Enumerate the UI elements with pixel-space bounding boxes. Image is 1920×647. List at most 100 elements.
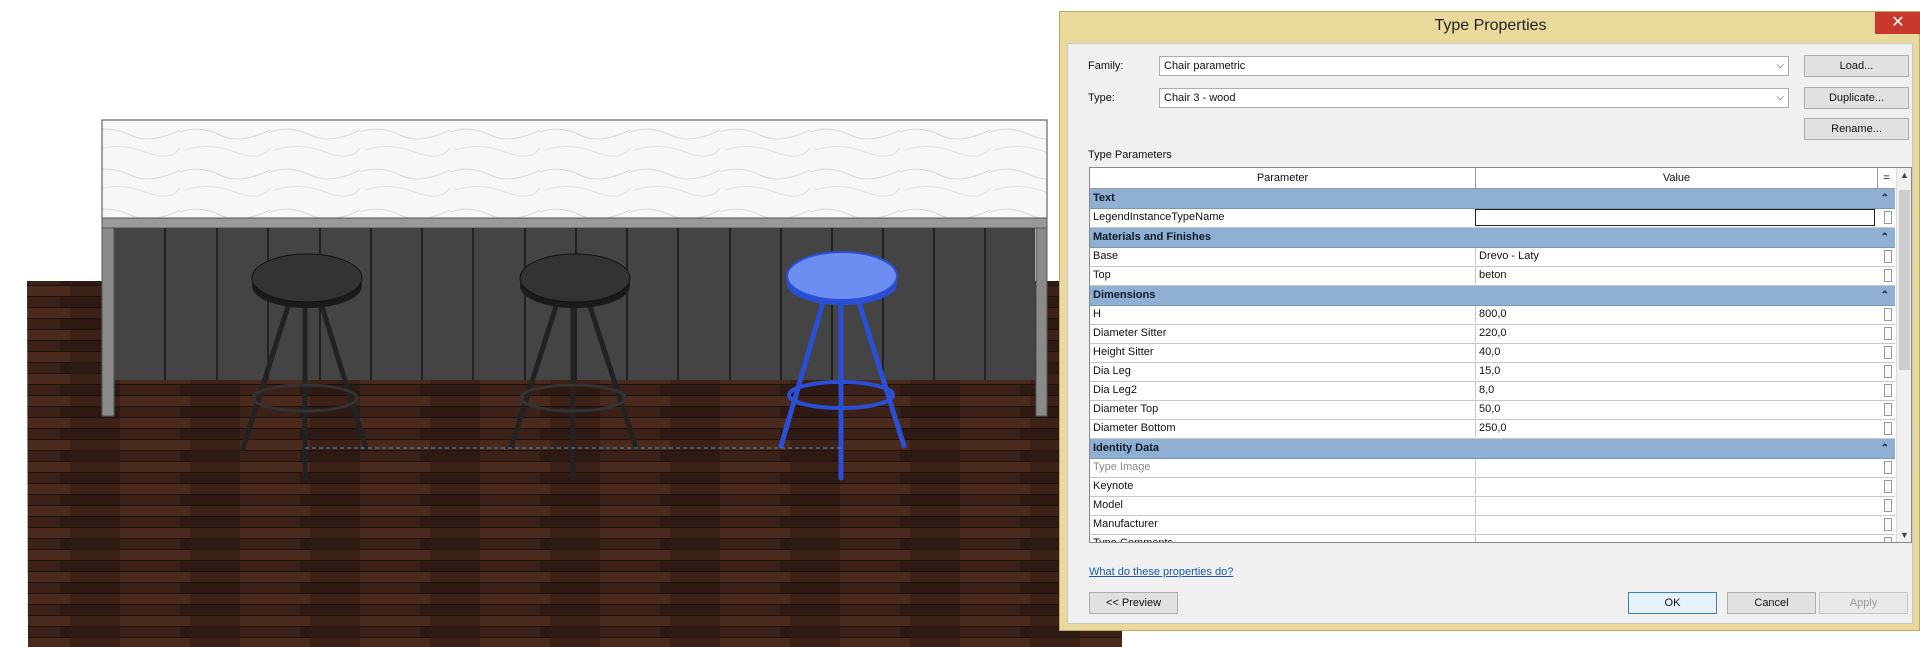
- row-edit-button[interactable]: [1884, 346, 1892, 359]
- parameter-value[interactable]: 50,0: [1475, 401, 1875, 418]
- row-edit-button[interactable]: [1884, 269, 1892, 282]
- collapse-icon[interactable]: ⌃: [1881, 439, 1889, 458]
- parameter-row[interactable]: Manufacturer: [1090, 516, 1895, 535]
- family-label: Family:: [1088, 60, 1124, 72]
- column-header-value[interactable]: Value: [1476, 168, 1878, 188]
- parameter-value[interactable]: 40,0: [1475, 344, 1875, 361]
- parameter-value[interactable]: [1475, 497, 1875, 514]
- type-value: Chair 3 - wood: [1164, 92, 1236, 104]
- parameter-row[interactable]: Dia Leg 15,0: [1090, 363, 1895, 382]
- parameter-name: Base: [1093, 250, 1119, 262]
- parameters-grid: Parameter Value = Text ⌃ LegendInstanceTyp…: [1089, 167, 1912, 543]
- parameter-name: Model: [1093, 499, 1123, 511]
- row-edit-button[interactable]: [1884, 365, 1892, 378]
- parameter-name: LegendInstanceTypeName: [1093, 211, 1225, 223]
- parameter-row[interactable]: Base Drevo - Laty: [1090, 248, 1895, 267]
- type-dropdown[interactable]: Chair 3 - wood ⌵: [1159, 88, 1789, 108]
- parameter-row[interactable]: Height Sitter 40,0: [1090, 344, 1895, 363]
- group-title: Identity Data: [1093, 442, 1160, 454]
- column-header-parameter[interactable]: Parameter: [1090, 168, 1476, 188]
- group-header[interactable]: Identity Data ⌃: [1090, 439, 1895, 459]
- group-header[interactable]: Materials and Finishes ⌃: [1090, 228, 1895, 248]
- column-sort-button[interactable]: =: [1878, 168, 1895, 188]
- parameter-row[interactable]: Type Comments: [1090, 535, 1895, 543]
- parameter-row[interactable]: Dia Leg2 8,0: [1090, 382, 1895, 401]
- duplicate-button[interactable]: Duplicate...: [1804, 87, 1909, 109]
- family-value: Chair parametric: [1164, 60, 1246, 72]
- marble-countertop: [101, 119, 1048, 219]
- row-edit-button[interactable]: [1884, 461, 1892, 474]
- close-button[interactable]: ✕: [1875, 12, 1920, 34]
- parameter-row[interactable]: Diameter Top 50,0: [1090, 401, 1895, 420]
- group-title: Text: [1093, 192, 1115, 204]
- parameter-name: Manufacturer: [1093, 518, 1158, 530]
- type-parameters-label: Type Parameters: [1088, 149, 1172, 161]
- parameter-name: Height Sitter: [1093, 346, 1154, 358]
- parameter-value[interactable]: 800,0: [1475, 306, 1875, 323]
- parameter-row[interactable]: Keynote: [1090, 478, 1895, 497]
- parameter-name: Diameter Sitter: [1093, 327, 1167, 339]
- parameter-value[interactable]: beton: [1475, 267, 1875, 284]
- apply-button[interactable]: Apply: [1819, 592, 1908, 614]
- preview-button[interactable]: << Preview: [1089, 592, 1178, 614]
- parameter-value[interactable]: [1475, 459, 1875, 476]
- help-link[interactable]: What do these properties do?: [1089, 566, 1233, 578]
- row-edit-button[interactable]: [1884, 499, 1892, 512]
- parameter-value[interactable]: 15,0: [1475, 363, 1875, 380]
- parameter-value[interactable]: 220,0: [1475, 325, 1875, 342]
- parameter-row[interactable]: Type Image: [1090, 459, 1895, 478]
- parameter-value[interactable]: Drevo - Laty: [1475, 248, 1875, 265]
- parameter-row[interactable]: Diameter Sitter 220,0: [1090, 325, 1895, 344]
- chevron-down-icon: ⌵: [1776, 60, 1784, 71]
- parameter-value[interactable]: 250,0: [1475, 420, 1875, 437]
- row-edit-button[interactable]: [1884, 403, 1892, 416]
- row-edit-button[interactable]: [1884, 384, 1892, 397]
- dialog-titlebar[interactable]: Type Properties ✕: [1060, 12, 1920, 42]
- parameter-name: Top: [1093, 269, 1111, 281]
- parameter-row[interactable]: Top beton: [1090, 267, 1895, 286]
- row-edit-button[interactable]: [1884, 211, 1892, 224]
- row-edit-button[interactable]: [1884, 537, 1892, 542]
- row-edit-button[interactable]: [1884, 250, 1892, 263]
- rename-button[interactable]: Rename...: [1804, 118, 1909, 140]
- parameter-value[interactable]: [1475, 478, 1875, 495]
- scroll-thumb[interactable]: [1899, 190, 1910, 370]
- row-edit-button[interactable]: [1884, 480, 1892, 493]
- parameter-value[interactable]: [1475, 516, 1875, 533]
- cancel-button[interactable]: Cancel: [1727, 592, 1816, 614]
- group-header[interactable]: Dimensions ⌃: [1090, 286, 1895, 306]
- parameter-value[interactable]: [1475, 209, 1875, 226]
- collapse-icon[interactable]: ⌃: [1881, 189, 1889, 208]
- parameter-name: Dia Leg: [1093, 365, 1131, 377]
- parameter-value[interactable]: 8,0: [1475, 382, 1875, 399]
- row-edit-button[interactable]: [1884, 422, 1892, 435]
- ok-button[interactable]: OK: [1628, 592, 1717, 614]
- parameter-row[interactable]: Diameter Bottom 250,0: [1090, 420, 1895, 439]
- collapse-icon[interactable]: ⌃: [1881, 286, 1889, 305]
- row-edit-button[interactable]: [1884, 327, 1892, 340]
- parameter-name: Diameter Top: [1093, 403, 1159, 415]
- parameter-row[interactable]: H 800,0: [1090, 306, 1895, 325]
- vertical-scrollbar[interactable]: ▲ ▼: [1896, 168, 1911, 542]
- parameter-name: Dia Leg2: [1093, 384, 1138, 396]
- collapse-icon[interactable]: ⌃: [1881, 228, 1889, 247]
- parameter-name: Keynote: [1093, 480, 1134, 492]
- parameter-row[interactable]: Model: [1090, 497, 1895, 516]
- parameter-name: Diameter Bottom: [1093, 422, 1176, 434]
- parameter-value[interactable]: [1475, 535, 1875, 542]
- parameter-name: Type Comments: [1093, 537, 1174, 543]
- type-properties-dialog: Type Properties ✕ Family: Chair parametr…: [1059, 11, 1920, 631]
- parameter-row[interactable]: LegendInstanceTypeName: [1090, 209, 1895, 228]
- group-title: Dimensions: [1093, 289, 1156, 301]
- parameter-name: H: [1093, 308, 1101, 320]
- row-edit-button[interactable]: [1884, 308, 1892, 321]
- group-header[interactable]: Text ⌃: [1090, 189, 1895, 209]
- row-edit-button[interactable]: [1884, 518, 1892, 531]
- dialog-title: Type Properties: [1434, 17, 1547, 34]
- grid-header: Parameter Value =: [1090, 168, 1895, 189]
- scroll-up-icon[interactable]: ▲: [1897, 170, 1911, 180]
- family-dropdown[interactable]: Chair parametric ⌵: [1159, 56, 1789, 76]
- group-title: Materials and Finishes: [1093, 231, 1211, 243]
- scroll-down-icon[interactable]: ▼: [1897, 530, 1911, 540]
- load-button[interactable]: Load...: [1804, 55, 1909, 77]
